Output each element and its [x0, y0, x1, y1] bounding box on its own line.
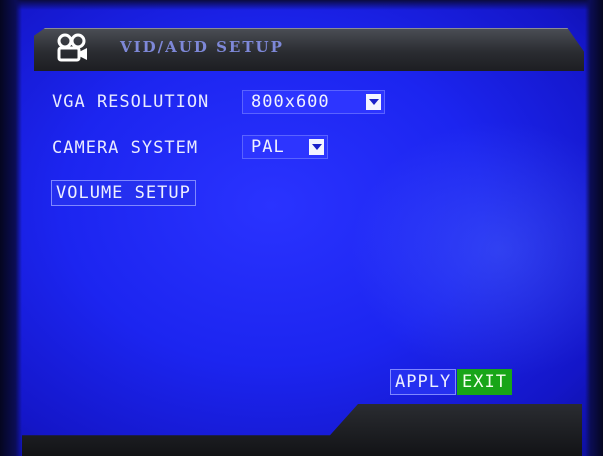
- title-bar: [34, 28, 584, 71]
- vga-resolution-label: VGA RESOLUTION: [52, 92, 210, 112]
- chevron-down-icon[interactable]: [366, 94, 381, 110]
- bezel-right: [585, 0, 603, 456]
- volume-setup-button[interactable]: VOLUME SETUP: [51, 180, 196, 206]
- camera-system-select[interactable]: PAL: [242, 135, 328, 159]
- screen-glare: [350, 120, 600, 380]
- window-title: VID/AUD SETUP: [120, 38, 284, 56]
- vga-resolution-value: 800x600: [251, 92, 330, 112]
- camera-icon: [57, 33, 87, 62]
- bezel-left: [0, 0, 22, 456]
- exit-button[interactable]: EXIT: [457, 369, 512, 395]
- bezel-top: [0, 0, 603, 10]
- camera-system-label: CAMERA SYSTEM: [52, 138, 199, 158]
- chevron-down-icon[interactable]: [309, 139, 324, 155]
- camera-system-value: PAL: [251, 137, 285, 157]
- apply-button[interactable]: APPLY: [390, 369, 457, 395]
- vga-resolution-select[interactable]: 800x600: [242, 90, 385, 114]
